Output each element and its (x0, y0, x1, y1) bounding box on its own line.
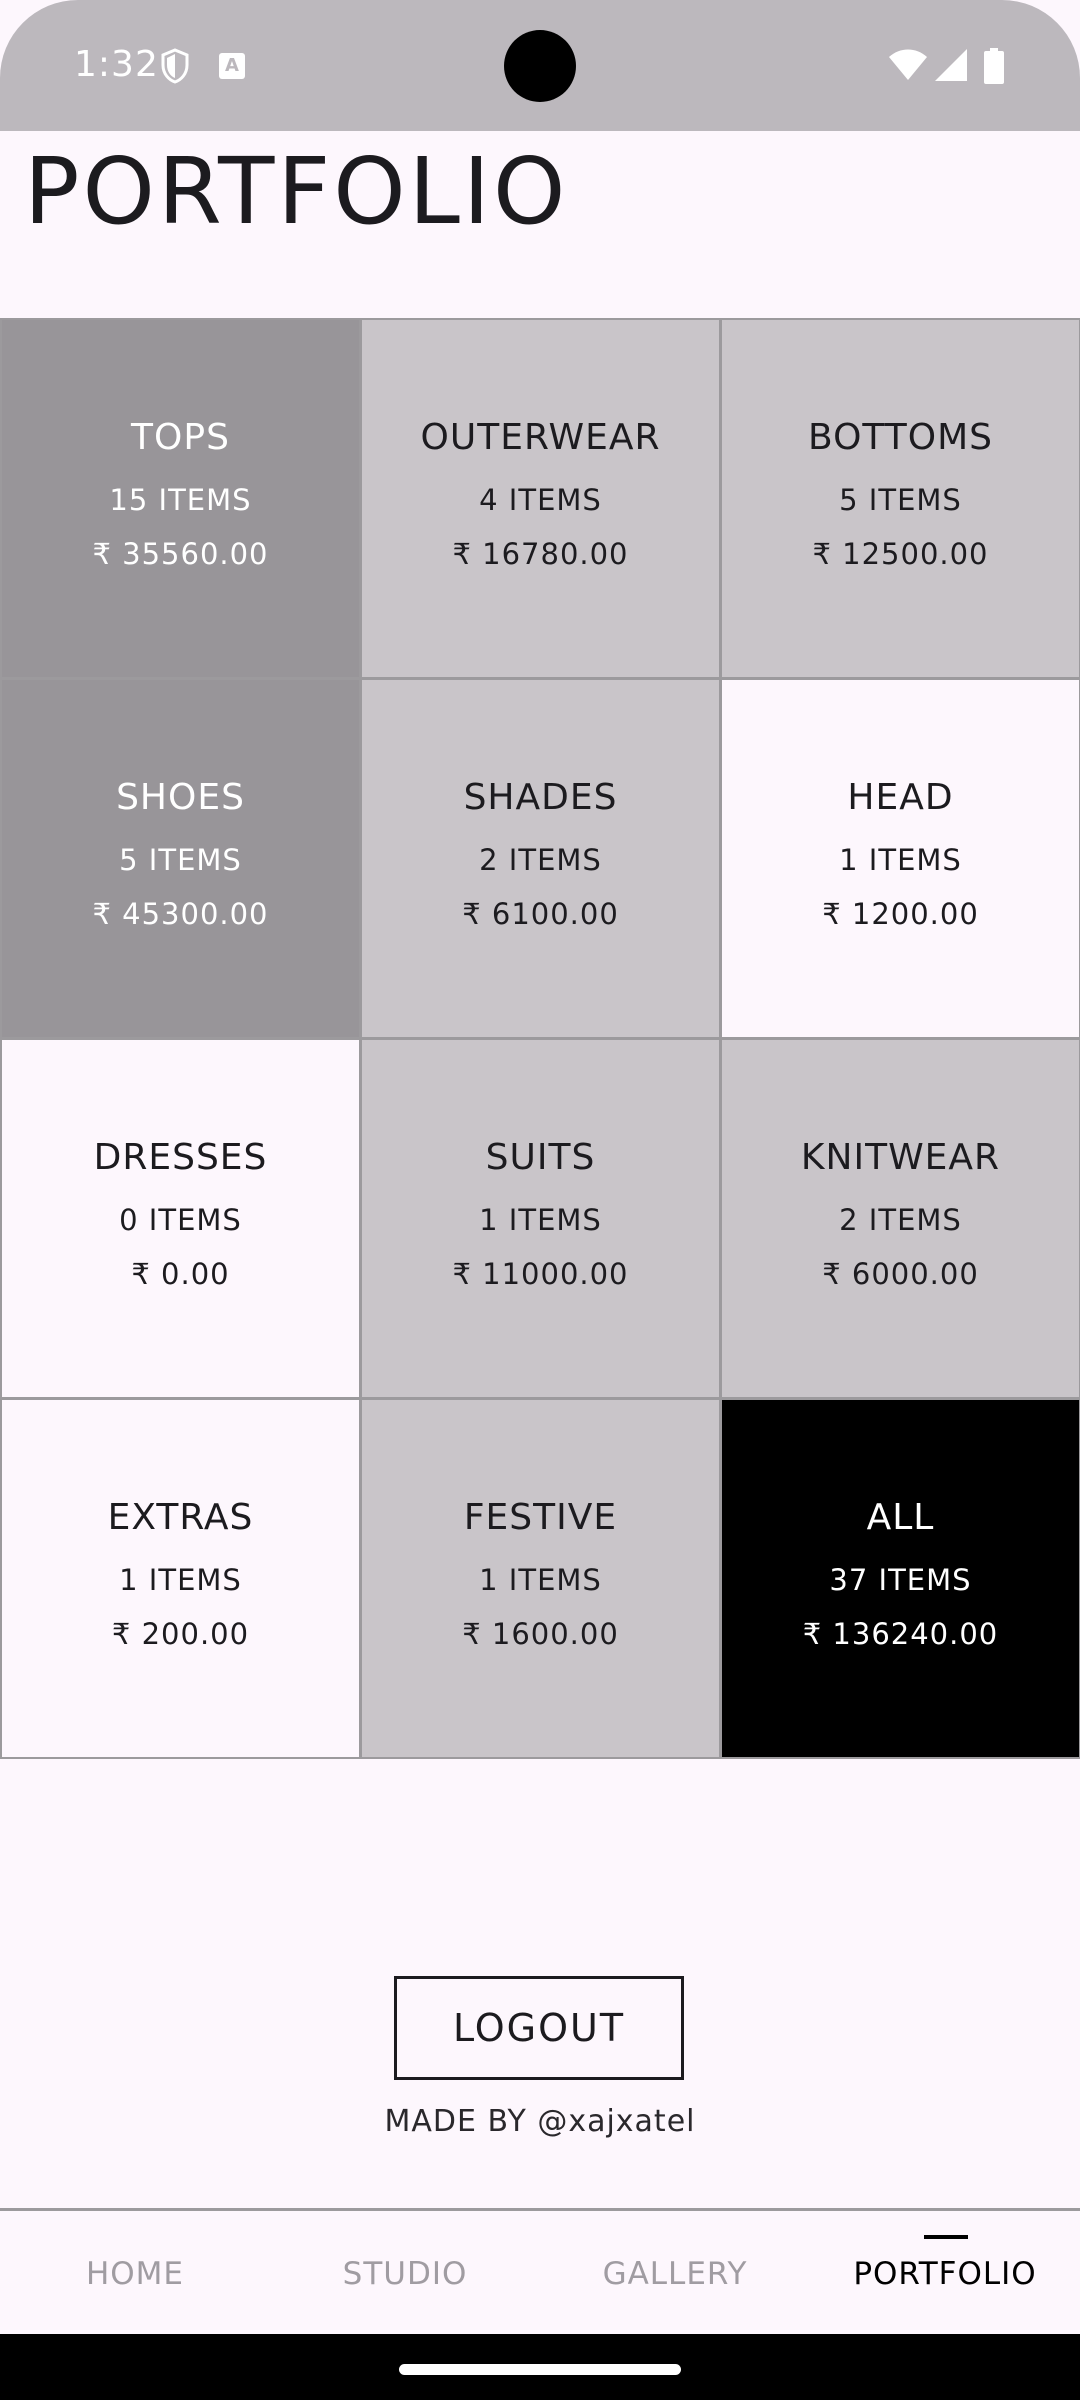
bottom-navigation: HOME STUDIO GALLERY PORTFOLIO (0, 2208, 1080, 2337)
category-tile-dresses[interactable]: DRESSES 0 ITEMS ₹ 0.00 (0, 1038, 361, 1399)
category-name: SHOES (116, 777, 245, 818)
page-title: PORTFOLIO (24, 138, 569, 245)
category-total-price: ₹ 1600.00 (462, 1617, 619, 1651)
category-name: DRESSES (93, 1137, 268, 1178)
category-tile-shades[interactable]: SHADES 2 ITEMS ₹ 6100.00 (360, 678, 721, 1039)
category-name: OUTERWEAR (420, 417, 661, 458)
logout-button[interactable]: LOGOUT (394, 1976, 684, 2080)
category-name: TOPS (131, 417, 230, 458)
keyboard-a-icon: A (219, 53, 245, 79)
camera-cutout (504, 30, 576, 102)
category-total-price: ₹ 0.00 (131, 1257, 230, 1291)
status-time: 1:32 (74, 44, 159, 85)
category-tile-shoes[interactable]: SHOES 5 ITEMS ₹ 45300.00 (0, 678, 361, 1039)
category-tile-outerwear[interactable]: OUTERWEAR 4 ITEMS ₹ 16780.00 (360, 318, 721, 679)
category-tile-all[interactable]: ALL 37 ITEMS ₹ 136240.00 (720, 1398, 1080, 1759)
category-tile-knitwear[interactable]: KNITWEAR 2 ITEMS ₹ 6000.00 (720, 1038, 1080, 1399)
shield-icon (161, 48, 189, 84)
category-total-price: ₹ 6100.00 (462, 897, 619, 931)
category-tile-festive[interactable]: FESTIVE 1 ITEMS ₹ 1600.00 (360, 1398, 721, 1759)
category-name: BOTTOMS (808, 417, 993, 458)
nav-item-home[interactable]: HOME (0, 2211, 270, 2337)
wifi-icon (889, 49, 927, 80)
home-gesture-handle[interactable] (399, 2364, 681, 2375)
category-item-count: 4 ITEMS (479, 483, 602, 517)
category-total-price: ₹ 45300.00 (92, 897, 269, 931)
category-name: HEAD (847, 777, 954, 818)
category-item-count: 5 ITEMS (839, 483, 962, 517)
category-total-price: ₹ 200.00 (111, 1617, 250, 1651)
category-tile-head[interactable]: HEAD 1 ITEMS ₹ 1200.00 (720, 678, 1080, 1039)
category-name: SHADES (463, 777, 618, 818)
category-total-price: ₹ 12500.00 (812, 537, 989, 571)
category-item-count: 2 ITEMS (839, 1203, 962, 1237)
category-tile-bottoms[interactable]: BOTTOMS 5 ITEMS ₹ 12500.00 (720, 318, 1080, 679)
category-name: KNITWEAR (800, 1137, 1001, 1178)
category-total-price: ₹ 1200.00 (822, 897, 979, 931)
category-name: FESTIVE (463, 1497, 618, 1538)
cellular-signal-icon (935, 49, 967, 81)
category-name: ALL (866, 1497, 935, 1538)
category-item-count: 37 ITEMS (829, 1563, 972, 1597)
nav-item-gallery[interactable]: GALLERY (540, 2211, 810, 2337)
category-item-count: 5 ITEMS (119, 843, 242, 877)
category-item-count: 0 ITEMS (119, 1203, 242, 1237)
category-tile-extras[interactable]: EXTRAS 1 ITEMS ₹ 200.00 (0, 1398, 361, 1759)
category-item-count: 1 ITEMS (839, 843, 962, 877)
category-total-price: ₹ 136240.00 (802, 1617, 999, 1651)
category-total-price: ₹ 6000.00 (822, 1257, 979, 1291)
category-item-count: 1 ITEMS (119, 1563, 242, 1597)
category-name: SUITS (485, 1137, 596, 1178)
category-item-count: 15 ITEMS (109, 483, 252, 517)
battery-icon (984, 48, 1004, 84)
category-tile-suits[interactable]: SUITS 1 ITEMS ₹ 11000.00 (360, 1038, 721, 1399)
status-bar: 1:32 A (0, 0, 1080, 131)
category-name: EXTRAS (107, 1497, 254, 1538)
category-grid: TOPS 15 ITEMS ₹ 35560.00 OUTERWEAR 4 ITE… (0, 318, 1080, 1759)
category-item-count: 1 ITEMS (479, 1203, 602, 1237)
category-total-price: ₹ 35560.00 (92, 537, 269, 571)
active-tab-indicator (924, 2235, 968, 2239)
category-total-price: ₹ 11000.00 (452, 1257, 629, 1291)
category-item-count: 1 ITEMS (479, 1563, 602, 1597)
nav-item-portfolio[interactable]: PORTFOLIO (810, 2211, 1080, 2337)
category-tile-tops[interactable]: TOPS 15 ITEMS ₹ 35560.00 (0, 318, 361, 679)
made-by-credit: MADE BY @xajxatel (384, 2104, 696, 2139)
category-item-count: 2 ITEMS (479, 843, 602, 877)
category-total-price: ₹ 16780.00 (452, 537, 629, 571)
nav-item-studio[interactable]: STUDIO (270, 2211, 540, 2337)
